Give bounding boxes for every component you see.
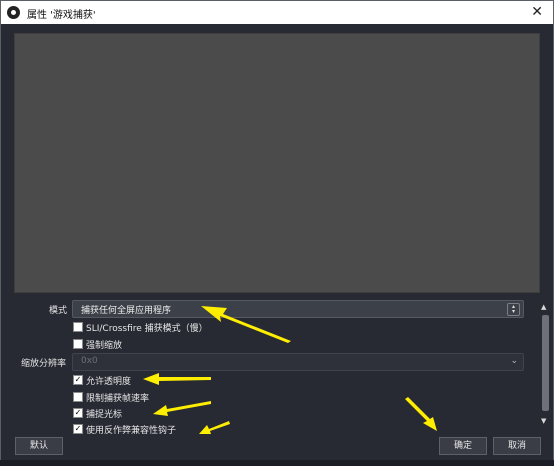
arrow-to-anticheat — [199, 421, 230, 434]
arrow-to-ok — [405, 397, 437, 431]
properties-dialog: 属性 '游戏捕获' ✕ ▲ ▼ 模式 捕获任何全屏应用程序 ▴ ▾ SLI/Cro… — [0, 0, 554, 461]
arrow-to-mode — [201, 306, 291, 343]
background-strip — [0, 460, 554, 466]
annotation-arrows — [143, 306, 437, 434]
arrow-to-cursor — [153, 401, 211, 416]
arrow-to-transparency — [143, 373, 211, 385]
